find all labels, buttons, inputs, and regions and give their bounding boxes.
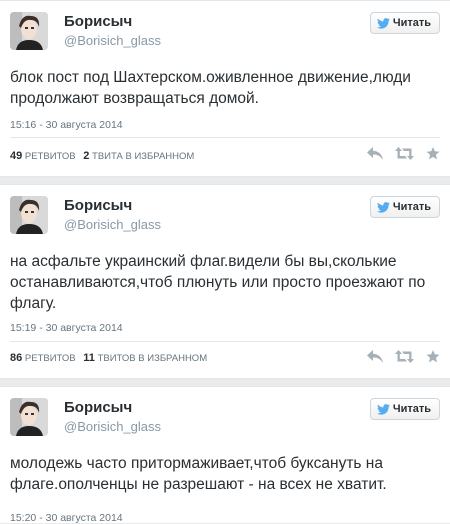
avatar-photo — [10, 12, 48, 50]
tweet-actions — [367, 350, 440, 363]
tweet-card: Борисыч @Borisich_glass Читать на асфаль… — [0, 184, 450, 379]
retweets-count[interactable]: 86 — [10, 352, 22, 364]
author-handle[interactable]: @Borisich_glass — [64, 419, 161, 434]
avatar[interactable] — [10, 12, 48, 50]
tweet-text: блок пост под Шахтерском.оживленное движ… — [10, 69, 411, 107]
follow-button[interactable]: Читать — [369, 196, 440, 218]
retweets-label: ретвитов — [24, 353, 76, 364]
favorites-count[interactable]: 2 — [83, 150, 89, 162]
follow-button-label: Читать — [392, 403, 431, 415]
tweet-stats: 49 ретвитов 2 твита в избранном — [10, 150, 194, 162]
reply-icon[interactable] — [367, 350, 383, 363]
retweets-label: ретвитов — [24, 151, 76, 162]
twitter-bird-icon — [376, 201, 390, 213]
favorites-count[interactable]: 11 — [83, 352, 95, 364]
tweet-card: Борисыч @Borisich_glass Читать молодежь … — [0, 386, 450, 524]
tweet-actions — [367, 147, 440, 160]
tweet-text: на асфальте украинский флаг.видели бы вы… — [10, 253, 426, 312]
avatar-photo — [10, 196, 48, 234]
tweet-date[interactable]: 15:19 - 30 августа 2014 — [10, 322, 123, 334]
tweet-text: молодежь часто притормаживает,чтоб букса… — [10, 455, 387, 493]
avatar-photo — [10, 398, 48, 436]
author-name[interactable]: Борисыч — [64, 197, 132, 214]
avatar[interactable] — [10, 398, 48, 436]
twitter-bird-icon — [376, 17, 390, 29]
retweets-count[interactable]: 49 — [10, 150, 22, 162]
divider — [10, 137, 440, 138]
star-icon[interactable] — [426, 350, 440, 363]
author-handle[interactable]: @Borisich_glass — [64, 217, 161, 232]
star-icon[interactable] — [426, 147, 440, 160]
twitter-bird-icon — [376, 403, 390, 415]
retweet-icon[interactable] — [395, 147, 414, 160]
author-name[interactable]: Борисыч — [64, 399, 132, 416]
follow-button-label: Читать — [392, 201, 431, 213]
follow-button[interactable]: Читать — [369, 12, 440, 34]
reply-icon[interactable] — [367, 147, 383, 160]
tweet-date[interactable]: 15:20 - 30 августа 2014 — [10, 512, 123, 524]
favorites-label: твитов в избранном — [97, 353, 208, 364]
avatar[interactable] — [10, 196, 48, 234]
divider — [10, 341, 440, 342]
author-name[interactable]: Борисыч — [64, 13, 132, 30]
tweet-card: Борисыч @Borisich_glass Читать блок пост… — [0, 0, 450, 177]
tweet-date[interactable]: 15:16 - 30 августа 2014 — [10, 119, 123, 131]
follow-button[interactable]: Читать — [369, 398, 440, 420]
follow-button-label: Читать — [392, 17, 431, 29]
tweet-stats: 86 ретвитов 11 твитов в избранном — [10, 352, 207, 364]
favorites-label: твита в избранном — [92, 151, 195, 162]
author-handle[interactable]: @Borisich_glass — [64, 33, 161, 48]
retweet-icon[interactable] — [395, 350, 414, 363]
